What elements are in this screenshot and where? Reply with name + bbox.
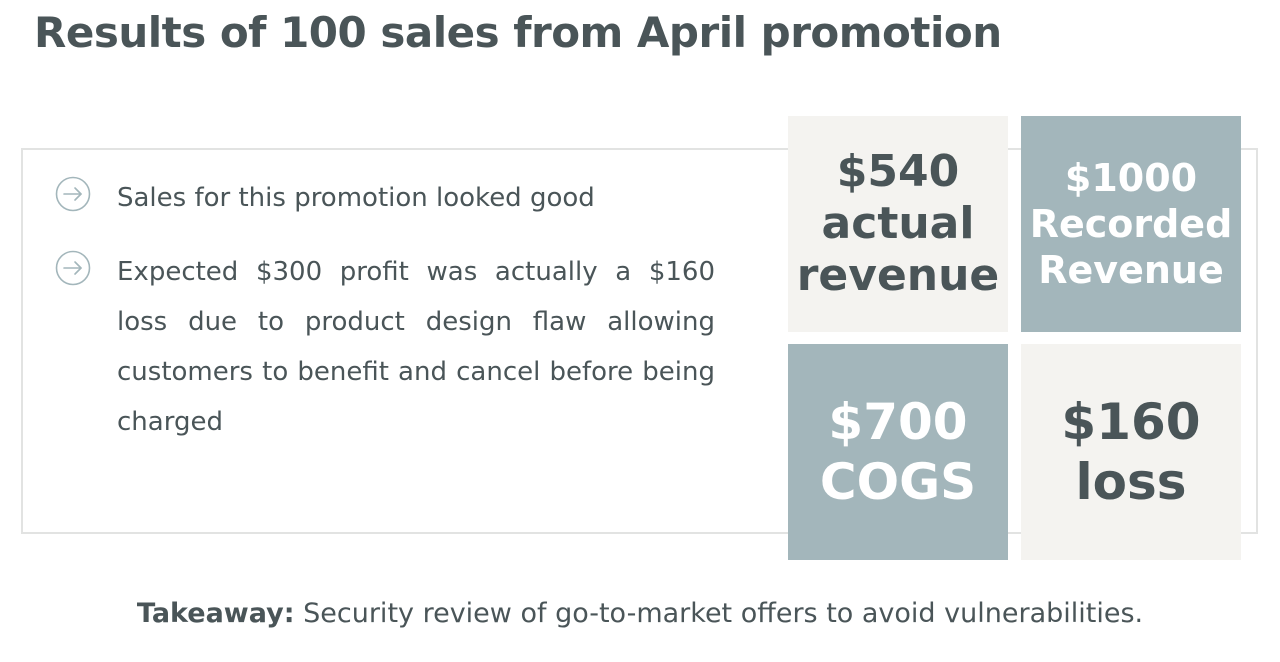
cogs-value: $700 <box>828 393 968 451</box>
bullet-text: Expected $300 profit was actually a $160… <box>117 257 715 437</box>
takeaway: Takeaway: Security review of go-to-marke… <box>0 598 1280 629</box>
takeaway-text: Security review of go-to-market offers t… <box>294 598 1144 629</box>
loss-label: loss <box>1075 453 1187 511</box>
arrow-right-circle-icon <box>55 176 91 212</box>
takeaway-label: Takeaway: <box>136 598 295 629</box>
recorded-revenue-label-1: Recorded <box>1029 202 1233 246</box>
actual-revenue-tile: $540 actual revenue <box>788 116 1008 332</box>
actual-revenue-value: $540 <box>836 146 960 197</box>
cogs-label: COGS <box>819 453 977 511</box>
slide: Results of 100 sales from April promotio… <box>0 0 1280 662</box>
recorded-revenue-value: $1000 <box>1064 156 1198 200</box>
cogs-tile: $700 COGS <box>788 344 1008 560</box>
recorded-revenue-tile: $1000 Recorded Revenue <box>1021 116 1241 332</box>
actual-revenue-label-1: actual <box>821 198 975 249</box>
loss-tile: $160 loss <box>1021 344 1241 560</box>
bullet-text: Sales for this promotion looked good <box>117 183 595 213</box>
page-title: Results of 100 sales from April promotio… <box>34 8 1002 57</box>
recorded-revenue-label-2: Revenue <box>1038 248 1224 292</box>
actual-revenue-label-2: revenue <box>796 250 1000 301</box>
arrow-right-circle-icon <box>55 250 91 286</box>
loss-value: $160 <box>1061 393 1201 451</box>
